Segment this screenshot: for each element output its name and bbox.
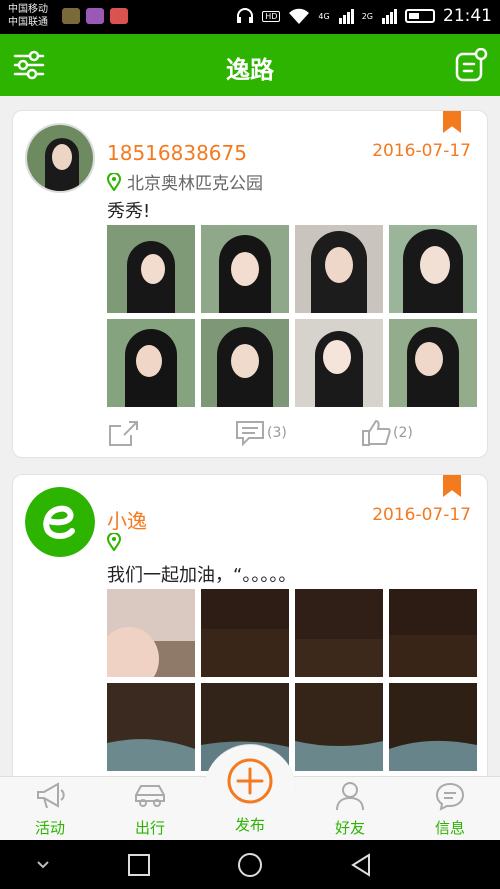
recent-apps-icon[interactable]	[126, 852, 152, 878]
photo-grid	[107, 589, 477, 771]
tab-messages[interactable]: 信息	[410, 781, 490, 838]
post-photo[interactable]	[107, 225, 195, 313]
post-photo[interactable]	[201, 319, 289, 407]
tab-label: 活动	[34, 819, 65, 837]
post-date: 2016-07-17	[372, 141, 471, 161]
post-photo[interactable]	[295, 589, 383, 677]
post-photo[interactable]	[107, 589, 195, 677]
system-status: HD 4G 2G 21:41	[236, 6, 492, 26]
publish-label[interactable]: 发布	[210, 814, 290, 835]
app-header: 逸路	[0, 34, 500, 96]
comment-icon	[236, 421, 264, 447]
tab-travel[interactable]: 出行	[110, 781, 190, 838]
like-button[interactable]: (2)	[361, 419, 413, 447]
tab-label: 出行	[134, 819, 165, 837]
post-actions: (3) (2)	[107, 419, 477, 449]
photo-grid	[107, 225, 477, 407]
clock: 21:41	[443, 6, 492, 26]
carrier-1: 中国移动	[8, 4, 48, 15]
app-logo-avatar	[25, 487, 95, 557]
status-bar: 中国移动 中国联通 HD 4G 2G 21:41	[0, 0, 500, 34]
post-text: 我们一起加油，“。。。。。	[107, 565, 297, 586]
video-notification-icon	[110, 8, 128, 24]
headphones-icon	[237, 8, 254, 23]
comment-button[interactable]: (3)	[235, 419, 287, 447]
post-photo[interactable]	[389, 225, 477, 313]
carrier-2: 中国联通	[8, 17, 48, 28]
carrier-info: 中国移动 中国联通	[8, 3, 48, 29]
post-photo[interactable]	[295, 683, 383, 771]
tab-label: 信息	[434, 819, 465, 837]
post-photo[interactable]	[201, 589, 289, 677]
bookmark-icon[interactable]	[443, 111, 461, 133]
message-icon	[435, 782, 465, 811]
hide-keyboard-chevron-icon[interactable]	[30, 852, 56, 878]
share-icon	[109, 421, 138, 446]
post-location	[107, 533, 127, 551]
network-4g: 4G	[318, 11, 330, 21]
home-icon[interactable]	[237, 852, 263, 878]
compose-button[interactable]	[454, 47, 488, 82]
back-icon[interactable]	[348, 852, 374, 878]
post-author[interactable]: 18516838675	[107, 141, 247, 165]
location-pin-icon	[107, 533, 121, 551]
post-card[interactable]: 18516838675 2016-07-17 北京奥林匹克公园 秀秀! (3)	[12, 110, 488, 458]
post-photo[interactable]	[389, 589, 477, 677]
like-count: (2)	[393, 425, 413, 441]
car-icon	[135, 785, 165, 807]
compose-note-icon	[455, 47, 488, 82]
network-2g: 2G	[361, 11, 373, 21]
post-text: 秀秀!	[107, 201, 151, 222]
signal-icon-1	[338, 9, 354, 24]
page-title: 逸路	[226, 56, 274, 84]
tab-activities[interactable]: 活动	[10, 781, 90, 838]
notification-icons	[62, 8, 128, 24]
bookmark-icon[interactable]	[443, 475, 461, 497]
hd-badge: HD	[262, 10, 281, 22]
post-author[interactable]: 小逸	[107, 505, 147, 534]
avatar[interactable]	[25, 487, 95, 557]
post-date: 2016-07-17	[372, 505, 471, 525]
post-photo[interactable]	[389, 683, 477, 771]
gallery-notification-icon	[86, 8, 104, 24]
post-feed[interactable]: 18516838675 2016-07-17 北京奥林匹克公园 秀秀! (3)	[0, 96, 500, 776]
wifi-icon	[289, 8, 310, 24]
friends-icon	[336, 782, 364, 811]
post-photo[interactable]	[201, 225, 289, 313]
post-photo[interactable]	[389, 319, 477, 407]
megaphone-icon	[37, 782, 65, 809]
post-photo[interactable]	[107, 683, 195, 771]
avatar[interactable]	[25, 123, 95, 193]
signal-icon-2	[382, 9, 397, 24]
user-photo-avatar	[27, 125, 93, 191]
battery-icon	[405, 9, 435, 23]
comment-count: (3)	[267, 425, 287, 441]
location-text: 北京奥林匹克公园	[127, 174, 263, 194]
post-card[interactable]: 小逸 2016-07-17 我们一起加油，“。。。。。	[12, 474, 488, 776]
app-notification-icon	[62, 8, 80, 24]
post-photo[interactable]	[295, 225, 383, 313]
plus-circle-icon	[227, 758, 273, 804]
post-location: 北京奥林匹克公园	[107, 169, 263, 194]
post-photo[interactable]	[295, 319, 383, 407]
post-photo[interactable]	[107, 319, 195, 407]
system-nav-bar	[0, 840, 500, 889]
tab-friends[interactable]: 好友	[310, 781, 390, 838]
share-button[interactable]	[107, 419, 139, 447]
location-pin-icon	[107, 172, 121, 191]
tab-label: 好友	[334, 819, 365, 837]
thumbs-up-icon	[362, 419, 391, 446]
